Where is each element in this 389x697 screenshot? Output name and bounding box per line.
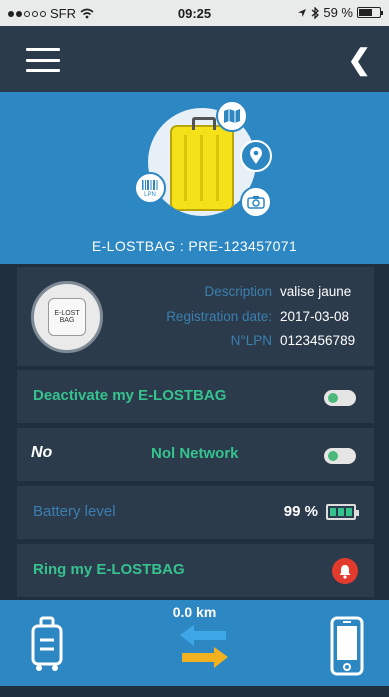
smartphone-icon [330, 616, 364, 676]
network-toggle[interactable] [324, 448, 356, 464]
battery-value: 99 % [283, 503, 318, 520]
hamburger-icon[interactable] [26, 48, 60, 72]
status-right: 59 % [297, 5, 383, 20]
network-label: Nol Network [151, 445, 239, 462]
chevron-left-icon[interactable]: ❮ [348, 46, 371, 74]
registration-value: 2017-03-08 [280, 309, 350, 324]
bag-id: E-LOSTBAG : PRE-123457071 [91, 238, 298, 254]
barcode-icon[interactable]: LPN [134, 172, 166, 204]
nol-logo: No [31, 444, 53, 461]
deactivate-label: Deactivate my E-LOSTBAG [33, 387, 227, 404]
lpn-row: N°LPN 0123456789 [231, 333, 368, 348]
bluetooth-icon [311, 6, 320, 19]
battery-icon [357, 7, 383, 18]
deactivate-toggle[interactable] [324, 390, 356, 406]
network-row[interactable]: No Nol Network [17, 428, 374, 481]
deactivate-row[interactable]: Deactivate my E-LOSTBAG [17, 370, 374, 423]
ring-label: Ring my E-LOSTBAG [33, 561, 185, 578]
location-arrow-icon [298, 8, 307, 17]
battery-label: Battery level [33, 503, 116, 520]
description-key: Description [204, 284, 272, 299]
transfer-arrows-icon [180, 625, 228, 668]
registration-key: Registration date: [166, 309, 272, 324]
suitcase-image [170, 117, 234, 211]
lpn-value: 0123456789 [280, 333, 356, 348]
battery-percent: 59 % [323, 5, 353, 20]
tag-device-icon: E-LOST BAG [48, 298, 86, 336]
description-value: valise jaune [280, 284, 352, 299]
battery-level-icon [326, 504, 359, 520]
luggage-icon [31, 616, 63, 671]
svg-text:LPN: LPN [144, 192, 156, 197]
ring-row[interactable]: Ring my E-LOSTBAG [17, 544, 374, 597]
distance-bar: 0.0 km [0, 600, 389, 686]
camera-icon[interactable] [240, 186, 272, 218]
top-bar: ❮ [0, 26, 389, 92]
map-icon[interactable] [216, 100, 248, 132]
bottom-edge [0, 686, 389, 697]
location-pin-icon[interactable] [240, 140, 272, 172]
bell-icon[interactable] [332, 558, 358, 584]
description-row: Description valise jaune [204, 284, 368, 299]
bag-hero: LPN E-LOSTBAG : PRE-123457071 [0, 92, 389, 264]
registration-row: Registration date: 2017-03-08 [166, 309, 368, 324]
device-photo: E-LOST BAG [31, 281, 103, 353]
battery-row: Battery level 99 % [17, 486, 374, 539]
status-bar: SFR 09:25 59 % [0, 0, 389, 26]
lpn-key: N°LPN [230, 333, 272, 348]
device-card: E-LOST BAG Description valise jaune Regis… [17, 267, 374, 366]
